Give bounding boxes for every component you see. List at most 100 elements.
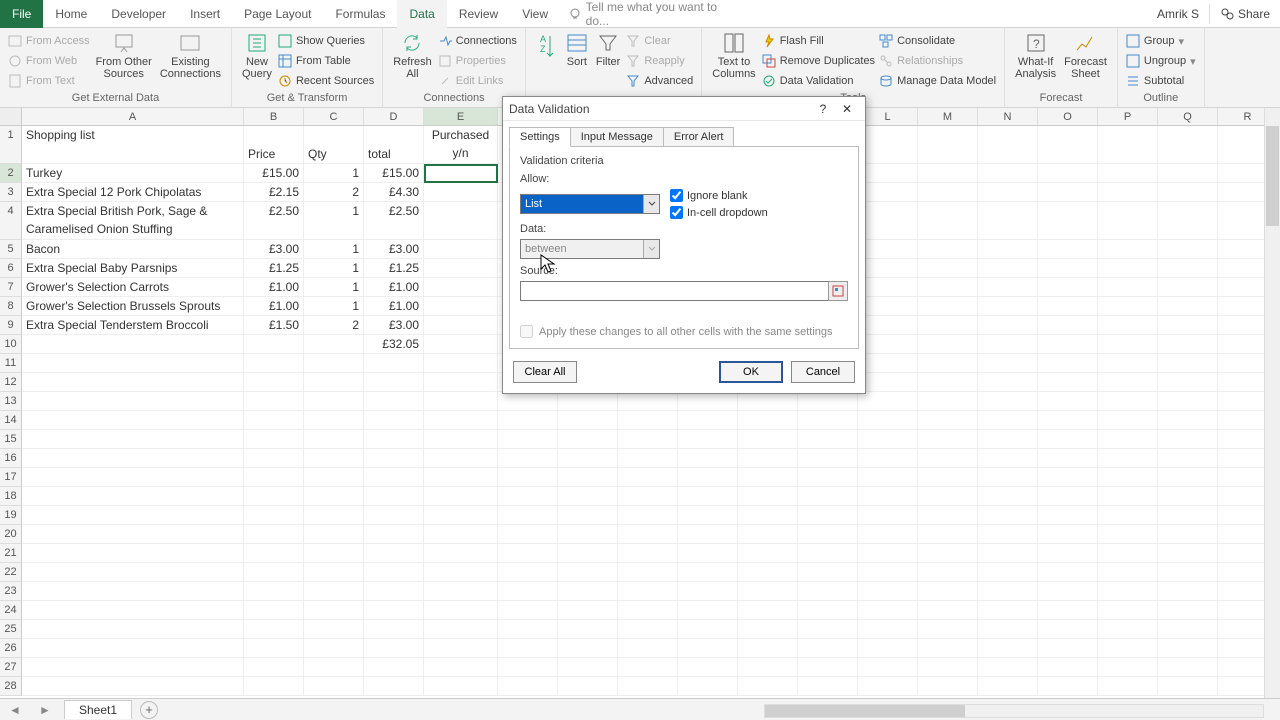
cell[interactable]: [1038, 335, 1098, 354]
cell[interactable]: 1: [304, 278, 364, 297]
column-header-M[interactable]: M: [918, 108, 978, 125]
cell[interactable]: [978, 183, 1038, 202]
cell[interactable]: [738, 563, 798, 582]
cell[interactable]: [244, 639, 304, 658]
cell[interactable]: [858, 278, 918, 297]
cell[interactable]: Turkey: [22, 164, 244, 183]
sheet-nav-prev[interactable]: ◄: [9, 703, 21, 717]
cell[interactable]: [978, 544, 1038, 563]
ok-button[interactable]: OK: [719, 361, 783, 383]
cell[interactable]: [304, 582, 364, 601]
cell[interactable]: [1038, 601, 1098, 620]
row-header[interactable]: 25: [0, 620, 22, 639]
cell[interactable]: [978, 620, 1038, 639]
cell[interactable]: [798, 620, 858, 639]
cell[interactable]: [22, 677, 244, 696]
cell[interactable]: [1098, 259, 1158, 278]
cell[interactable]: [678, 582, 738, 601]
cell[interactable]: [1098, 487, 1158, 506]
edit-links-button[interactable]: Edit Links: [438, 72, 517, 90]
cell[interactable]: [558, 449, 618, 468]
user-name[interactable]: Amrik S: [1147, 7, 1209, 21]
connections-button[interactable]: Connections: [438, 32, 517, 50]
cell[interactable]: 1: [304, 240, 364, 259]
cell[interactable]: [304, 430, 364, 449]
ungroup-button[interactable]: Ungroup ▾: [1126, 52, 1196, 70]
cell[interactable]: [918, 259, 978, 278]
cell[interactable]: total: [364, 126, 424, 164]
row-header[interactable]: 15: [0, 430, 22, 449]
cell[interactable]: [498, 468, 558, 487]
row-header[interactable]: 19: [0, 506, 22, 525]
cell[interactable]: [364, 354, 424, 373]
cell[interactable]: [918, 316, 978, 335]
cell[interactable]: [558, 392, 618, 411]
tab-formulas[interactable]: Formulas: [323, 0, 397, 28]
cell[interactable]: [498, 658, 558, 677]
cell[interactable]: [244, 658, 304, 677]
cell[interactable]: [858, 487, 918, 506]
from-text-button[interactable]: From Text: [8, 72, 90, 90]
cell[interactable]: [798, 544, 858, 563]
cell[interactable]: [1158, 335, 1218, 354]
cell[interactable]: [304, 487, 364, 506]
cell[interactable]: [22, 639, 244, 658]
vertical-scrollbar[interactable]: [1264, 108, 1280, 698]
cell[interactable]: [1098, 183, 1158, 202]
cell[interactable]: [798, 468, 858, 487]
cell[interactable]: [858, 183, 918, 202]
cell[interactable]: [678, 411, 738, 430]
cell[interactable]: [364, 658, 424, 677]
cell[interactable]: [1158, 487, 1218, 506]
cell[interactable]: [1158, 620, 1218, 639]
cell[interactable]: [798, 639, 858, 658]
help-button[interactable]: ?: [811, 102, 835, 116]
cell[interactable]: [738, 601, 798, 620]
cell[interactable]: [858, 202, 918, 240]
cell[interactable]: [1098, 335, 1158, 354]
cell[interactable]: £3.00: [364, 316, 424, 335]
consolidate-button[interactable]: Consolidate: [879, 32, 996, 50]
cell[interactable]: [918, 392, 978, 411]
cell[interactable]: [618, 544, 678, 563]
cell[interactable]: [618, 430, 678, 449]
cell[interactable]: [498, 677, 558, 696]
cell[interactable]: [678, 563, 738, 582]
cell[interactable]: [1098, 658, 1158, 677]
cell[interactable]: [364, 563, 424, 582]
tab-insert[interactable]: Insert: [178, 0, 232, 28]
cell[interactable]: [678, 677, 738, 696]
cell[interactable]: [978, 449, 1038, 468]
cell[interactable]: [558, 411, 618, 430]
cell[interactable]: [1038, 525, 1098, 544]
cell[interactable]: [1158, 373, 1218, 392]
cell[interactable]: [618, 677, 678, 696]
cell[interactable]: [918, 620, 978, 639]
cell[interactable]: [858, 297, 918, 316]
cell[interactable]: [798, 411, 858, 430]
cell[interactable]: [918, 544, 978, 563]
cell[interactable]: [738, 544, 798, 563]
cell[interactable]: [738, 525, 798, 544]
cell[interactable]: [1158, 316, 1218, 335]
cell[interactable]: [244, 620, 304, 639]
cell[interactable]: [424, 601, 498, 620]
cell[interactable]: [738, 620, 798, 639]
cell[interactable]: [978, 316, 1038, 335]
cell[interactable]: [558, 430, 618, 449]
cell[interactable]: [1098, 354, 1158, 373]
share-button[interactable]: Share: [1209, 4, 1280, 24]
cell[interactable]: [424, 183, 498, 202]
cell[interactable]: [22, 582, 244, 601]
cell[interactable]: [424, 677, 498, 696]
cell[interactable]: Grower's Selection Carrots: [22, 278, 244, 297]
cell[interactable]: [1158, 658, 1218, 677]
cell[interactable]: [244, 411, 304, 430]
cell[interactable]: [1098, 525, 1158, 544]
column-header-C[interactable]: C: [304, 108, 364, 125]
cell[interactable]: [918, 639, 978, 658]
cell[interactable]: [1038, 278, 1098, 297]
cell[interactable]: [1038, 297, 1098, 316]
allow-select[interactable]: List: [520, 194, 660, 214]
cell[interactable]: [244, 677, 304, 696]
